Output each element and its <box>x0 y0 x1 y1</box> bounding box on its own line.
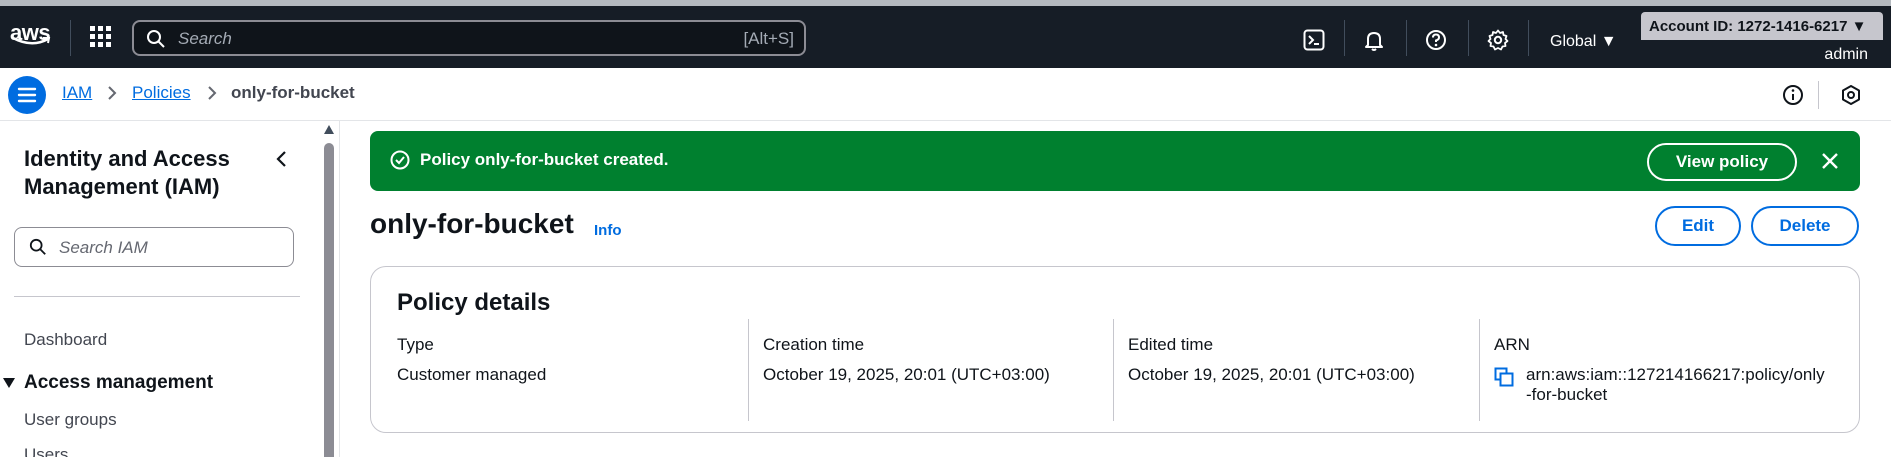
services-grid-icon[interactable] <box>90 26 112 48</box>
nav-divider <box>1528 20 1529 56</box>
sidebar-section-label: Access management <box>24 372 214 393</box>
caret-down-icon <box>3 378 15 388</box>
view-policy-button[interactable]: View policy <box>1647 143 1797 181</box>
sidebar-search-input[interactable]: Search IAM <box>14 227 294 267</box>
feedback-icon[interactable] <box>1840 84 1862 111</box>
help-icon[interactable] <box>1424 28 1448 52</box>
chevron-right-icon <box>108 86 117 100</box>
sidebar-item-dashboard[interactable]: Dashboard <box>24 330 107 350</box>
sidebar-item-user-groups[interactable]: User groups <box>24 410 117 430</box>
nav-divider <box>1344 20 1345 56</box>
top-navigation: aws Search [Alt+S] Global ▼ Account ID: … <box>0 0 1891 68</box>
info-link[interactable]: Info <box>594 222 622 239</box>
nav-divider <box>1406 20 1407 56</box>
cloudshell-icon[interactable] <box>1302 28 1326 52</box>
breadcrumb-policies[interactable]: Policies <box>132 83 191 103</box>
region-selector[interactable]: Global ▼ <box>1550 33 1617 51</box>
type-label: Type <box>397 335 434 354</box>
breadcrumb-current: only-for-bucket <box>231 83 355 102</box>
chevron-left-icon[interactable] <box>272 149 292 169</box>
aws-logo[interactable]: aws <box>10 20 54 50</box>
nav-divider <box>1468 20 1469 56</box>
copy-icon[interactable] <box>1494 367 1514 387</box>
smile-icon <box>12 36 51 45</box>
close-icon[interactable] <box>1820 151 1840 171</box>
crumbbar-divider <box>1818 81 1819 109</box>
policy-details-panel: Policy details Type Customer managed Cre… <box>370 266 1860 433</box>
scroll-thumb[interactable] <box>324 143 334 457</box>
search-icon <box>147 30 165 48</box>
bell-icon[interactable] <box>1362 28 1386 52</box>
nav-divider <box>70 20 71 56</box>
breadcrumb: IAM Policies only-for-bucket <box>0 68 1891 121</box>
edit-button[interactable]: Edit <box>1655 206 1741 246</box>
search-shortcut: [Alt+S] <box>743 29 794 48</box>
edited-time-label: Edited time <box>1128 335 1214 354</box>
scroll-up-arrow-icon[interactable] <box>324 125 334 134</box>
detail-edited-time: Edited time October 19, 2025, 20:01 (UTC… <box>1113 319 1477 421</box>
chevron-right-icon <box>208 86 217 100</box>
delete-button[interactable]: Delete <box>1751 206 1859 246</box>
info-circle-icon[interactable] <box>1782 84 1804 111</box>
global-search-input[interactable]: Search [Alt+S] <box>132 20 806 56</box>
detail-type: Type Customer managed <box>397 319 737 421</box>
arn-value: arn:aws:iam::127214166217:policy/only-fo… <box>1526 365 1825 404</box>
side-nav-title[interactable]: Identity and Access Management (IAM) <box>24 145 264 201</box>
search-icon <box>29 238 46 255</box>
side-navigation: Identity and Access Management (IAM) Sea… <box>0 121 340 457</box>
creation-time-label: Creation time <box>763 335 865 354</box>
arn-label: ARN <box>1494 335 1530 354</box>
search-placeholder: Search <box>178 29 232 48</box>
creation-time-value: October 19, 2025, 20:01 (UTC+03:00) <box>763 365 1050 384</box>
sidebar-divider <box>14 296 300 297</box>
page-title: only-for-bucket <box>370 208 574 239</box>
detail-arn: ARN arn:aws:iam::127214166217:policy/onl… <box>1479 319 1849 421</box>
success-flashbar: Policy only-for-bucket created. View pol… <box>370 131 1860 191</box>
panel-title: Policy details <box>397 289 551 316</box>
hamburger-icon <box>17 87 37 103</box>
flash-message: Policy only-for-bucket created. <box>420 150 669 169</box>
edited-time-value: October 19, 2025, 20:01 (UTC+03:00) <box>1128 365 1415 384</box>
sidebar-search-placeholder: Search IAM <box>59 238 148 257</box>
detail-creation-time: Creation time October 19, 2025, 20:01 (U… <box>748 319 1112 421</box>
check-circle-icon <box>390 150 410 170</box>
account-menu[interactable]: Account ID: 1272-1416-6217 ▼ <box>1641 12 1883 40</box>
type-value: Customer managed <box>397 365 547 384</box>
side-nav-toggle-button[interactable] <box>8 76 46 114</box>
gear-icon[interactable] <box>1486 28 1510 52</box>
breadcrumb-iam[interactable]: IAM <box>62 83 92 103</box>
sidebar-scrollbar[interactable] <box>324 121 334 457</box>
sidebar-item-users[interactable]: Users <box>24 445 68 457</box>
user-name[interactable]: admin <box>1824 46 1868 64</box>
